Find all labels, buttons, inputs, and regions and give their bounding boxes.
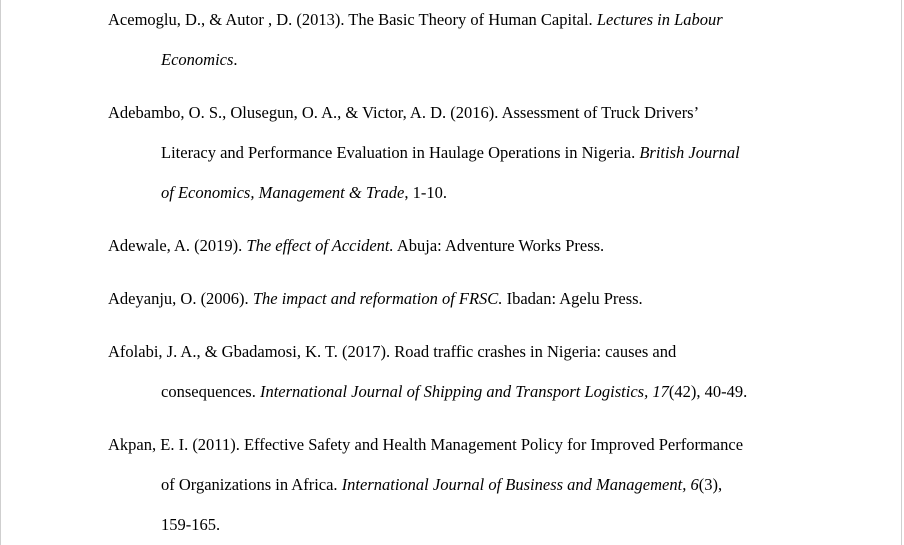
reference-line: Adeyanju, O. (2006). The impact and refo… (108, 279, 808, 319)
reference-text: . (233, 50, 238, 69)
reference-text: Adebambo, O. S., Olusegun, O. A., & Vict… (108, 103, 700, 122)
reference-entry: Acemoglu, D., & Autor , D. (2013). The B… (108, 0, 808, 80)
reference-text: Acemoglu, D., & Autor , D. (2013). The B… (108, 10, 597, 29)
reference-text: 159-165. (161, 515, 221, 534)
reference-text: , 1-10. (404, 183, 447, 202)
reference-entry: Adewale, A. (2019). The effect of Accide… (108, 226, 808, 266)
reference-list: Acemoglu, D., & Autor , D. (2013). The B… (108, 0, 808, 545)
reference-text: Adewale, A. (2019). (108, 236, 247, 255)
reference-italic-text: of Economics, Management & Trade (161, 183, 405, 202)
reference-text: of Organizations in Africa. (161, 475, 342, 494)
reference-italic-text: Economics (161, 50, 234, 69)
reference-text: Akpan, E. I. (2011). Effective Safety an… (108, 435, 744, 454)
reference-entry: Akpan, E. I. (2011). Effective Safety an… (108, 425, 808, 545)
reference-line: 159-165. (161, 505, 808, 545)
document-page: Acemoglu, D., & Autor , D. (2013). The B… (0, 0, 902, 545)
reference-italic-text: British Journal (639, 143, 740, 162)
reference-line: of Economics, Management & Trade, 1-10. (161, 173, 808, 213)
reference-italic-text: The effect of Accident. (246, 236, 394, 255)
reference-text: Adeyanju, O. (2006). (108, 289, 253, 308)
reference-entry: Adeyanju, O. (2006). The impact and refo… (108, 279, 808, 319)
reference-italic-text: International Journal of Shipping and Tr… (259, 382, 669, 401)
reference-entry: Adebambo, O. S., Olusegun, O. A., & Vict… (108, 93, 808, 213)
reference-line: Acemoglu, D., & Autor , D. (2013). The B… (108, 0, 808, 40)
reference-text: Abuja: Adventure Works Press. (393, 236, 605, 255)
reference-line: consequences. International Journal of S… (161, 372, 808, 412)
reference-line: Afolabi, J. A., & Gbadamosi, K. T. (2017… (108, 332, 808, 372)
reference-line: Economics. (161, 40, 808, 80)
reference-line: Literacy and Performance Evaluation in H… (161, 133, 808, 173)
reference-text: (42), 40-49. (668, 382, 748, 401)
reference-line: Akpan, E. I. (2011). Effective Safety an… (108, 425, 808, 465)
reference-text: Literacy and Performance Evaluation in H… (161, 143, 640, 162)
reference-italic-text: International Journal of Business and Ma… (341, 475, 699, 494)
reference-text: consequences. (161, 382, 260, 401)
reference-entry: Afolabi, J. A., & Gbadamosi, K. T. (2017… (108, 332, 808, 412)
reference-text: Afolabi, J. A., & Gbadamosi, K. T. (2017… (108, 342, 677, 361)
reference-line: Adebambo, O. S., Olusegun, O. A., & Vict… (108, 93, 808, 133)
reference-italic-text: Lectures in Labour (596, 10, 723, 29)
reference-line: Adewale, A. (2019). The effect of Accide… (108, 226, 808, 266)
reference-line: of Organizations in Africa. Internationa… (161, 465, 808, 505)
reference-text: Ibadan: Agelu Press. (502, 289, 643, 308)
reference-text: (3), (698, 475, 723, 494)
reference-italic-text: The impact and reformation of FRSC. (252, 289, 503, 308)
